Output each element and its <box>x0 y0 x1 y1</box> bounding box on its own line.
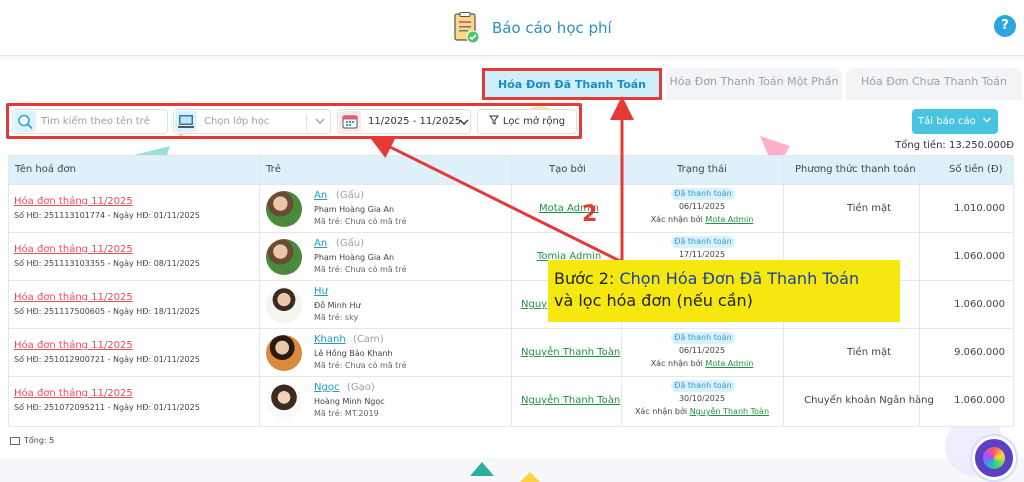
assistant-floating-button[interactable] <box>972 436 1016 480</box>
callout-line-2: và lọc hóa đơn (nếu cần) <box>554 291 753 310</box>
instruction-callout: Bước 2: Chọn Hóa Đơn Đã Thanh Toán và lọ… <box>548 260 900 322</box>
step-number: 2 <box>582 202 598 227</box>
callout-line-1: Bước 2: Chọn Hóa Đơn Đã Thanh Toán <box>554 268 894 290</box>
callout-action: Chọn <box>619 269 661 288</box>
assistant-icon <box>983 447 1005 469</box>
annotation-arrows <box>369 96 634 264</box>
callout-prefix: Bước 2: <box>554 269 615 288</box>
callout-highlight: Hóa Đơn Đã Thanh Toán <box>665 269 860 288</box>
